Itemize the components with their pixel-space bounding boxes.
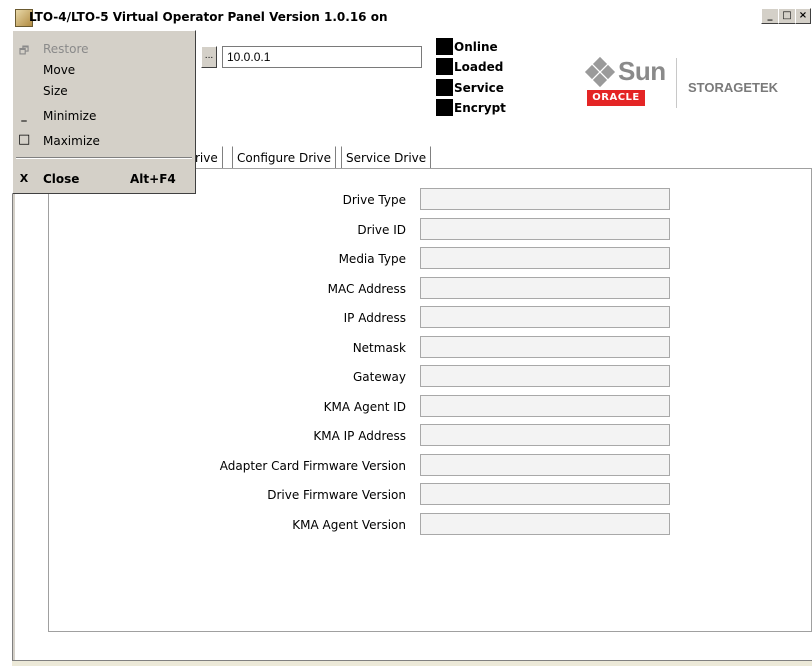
- netmask-field[interactable]: [420, 336, 670, 358]
- minimize-icon: _: [21, 109, 27, 122]
- kma-agent-version-label: KMA Agent Version: [292, 518, 406, 532]
- kma-agent-id-field[interactable]: [420, 395, 670, 417]
- menu-item-restore[interactable]: 🗗 Restore: [13, 39, 195, 59]
- adapter-card-firmware-label: Adapter Card Firmware Version: [219, 459, 406, 473]
- media-type-field[interactable]: [420, 247, 670, 269]
- menu-item-close[interactable]: X Close Alt+F4: [13, 169, 195, 189]
- restore-icon: 🗗: [18, 44, 30, 57]
- drive-firmware-field[interactable]: [420, 483, 670, 505]
- status-online: Online: [436, 38, 498, 55]
- browse-button[interactable]: ...: [201, 46, 217, 68]
- mac-address-label: MAC Address: [327, 282, 406, 296]
- logo-divider: [676, 58, 677, 108]
- close-icon: X: [19, 172, 29, 185]
- status-service: Service: [436, 79, 504, 96]
- oracle-logo: ORACLE: [587, 90, 645, 106]
- sun-logo: Sun: [584, 56, 666, 87]
- kma-agent-id-label: KMA Agent ID: [323, 400, 406, 414]
- maximize-icon: □: [18, 132, 31, 147]
- drive-type-field[interactable]: [420, 188, 670, 210]
- ip-address-field[interactable]: [420, 306, 670, 328]
- window-frame-bottom: [12, 660, 812, 666]
- status-led-icon: [436, 38, 453, 55]
- gateway-field[interactable]: [420, 365, 670, 387]
- storagetek-logo: STORAGETEK: [688, 80, 779, 95]
- gateway-label: Gateway: [352, 370, 406, 384]
- drive-id-field[interactable]: [420, 218, 670, 240]
- maximize-window-button[interactable]: □: [778, 8, 796, 24]
- status-label: Service: [454, 80, 504, 95]
- menu-item-size[interactable]: Size: [13, 81, 195, 101]
- media-type-label: Media Type: [338, 252, 406, 266]
- ip-address-input[interactable]: [222, 46, 422, 68]
- menu-item-label: Restore: [43, 42, 89, 56]
- menu-item-label: Maximize: [43, 134, 100, 148]
- kma-ip-address-field[interactable]: [420, 424, 670, 446]
- system-menu: 🗗 Restore Move Size _ Minimize □ Maximiz…: [12, 30, 196, 194]
- status-led-icon: [436, 99, 453, 116]
- drive-id-label: Drive ID: [357, 223, 406, 237]
- tab-configure-drive[interactable]: Configure Drive: [232, 146, 336, 169]
- netmask-label: Netmask: [352, 341, 406, 355]
- window-title: LTO-4/LTO-5 Virtual Operator Panel Versi…: [29, 10, 388, 24]
- status-loaded: Loaded: [436, 58, 503, 75]
- sun-logo-text: Sun: [618, 56, 666, 86]
- menu-item-label: Move: [43, 63, 76, 77]
- mac-address-field[interactable]: [420, 277, 670, 299]
- menu-item-label: Minimize: [43, 109, 97, 123]
- status-label: Encrypt: [454, 100, 506, 115]
- menu-separator: [16, 157, 192, 159]
- ip-address-label: IP Address: [343, 311, 406, 325]
- menu-shortcut: Alt+F4: [130, 172, 176, 186]
- menu-item-label: Size: [43, 84, 68, 98]
- status-encrypt: Encrypt: [436, 99, 506, 116]
- adapter-card-firmware-field[interactable]: [420, 454, 670, 476]
- status-led-icon: [436, 79, 453, 96]
- sun-diamond-icon: [584, 56, 616, 87]
- close-window-button[interactable]: ×: [795, 8, 811, 24]
- menu-item-label: Close: [43, 172, 80, 186]
- status-led-icon: [436, 58, 453, 75]
- minimize-window-button[interactable]: _: [761, 8, 779, 24]
- menu-item-move[interactable]: Move: [13, 60, 195, 80]
- menu-item-maximize[interactable]: □ Maximize: [13, 131, 195, 151]
- tab-service-drive[interactable]: Service Drive: [341, 146, 432, 169]
- title-bar[interactable]: LTO-4/LTO-5 Virtual Operator Panel Versi…: [0, 0, 812, 30]
- kma-agent-version-field[interactable]: [420, 513, 670, 535]
- kma-ip-address-label: KMA IP Address: [313, 429, 406, 443]
- drive-firmware-label: Drive Firmware Version: [267, 488, 406, 502]
- status-label: Loaded: [454, 59, 504, 74]
- status-label: Online: [454, 39, 498, 54]
- drive-type-label: Drive Type: [342, 193, 406, 207]
- menu-item-minimize[interactable]: _ Minimize: [13, 106, 195, 126]
